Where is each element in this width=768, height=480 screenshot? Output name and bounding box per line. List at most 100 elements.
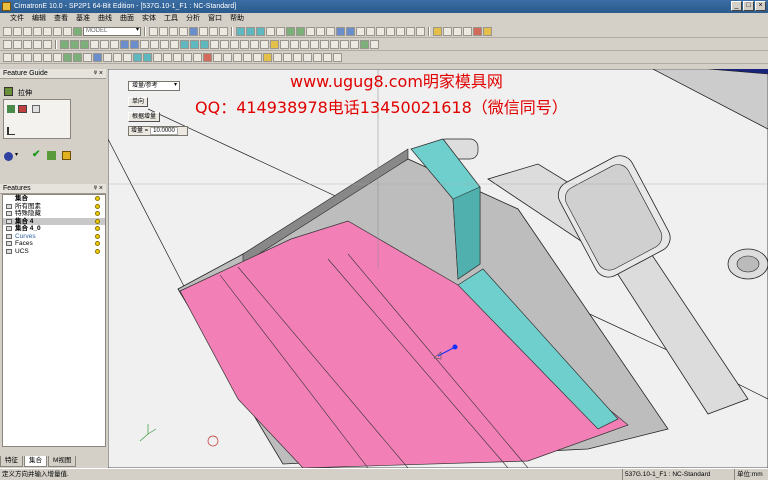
model-combo[interactable]: MODEL bbox=[83, 27, 141, 36]
customize-icon[interactable] bbox=[333, 53, 342, 62]
view-front-icon[interactable] bbox=[199, 27, 208, 36]
mold-icon[interactable] bbox=[113, 53, 122, 62]
tab-mviews[interactable]: M视图 bbox=[48, 456, 77, 467]
info-icon[interactable] bbox=[290, 40, 299, 49]
dimension-icon[interactable] bbox=[13, 53, 22, 62]
offset-curve-icon[interactable] bbox=[70, 40, 79, 49]
visibility-bulb-icon[interactable] bbox=[95, 218, 100, 224]
direction-handle[interactable] bbox=[452, 344, 458, 350]
increment-mode-combo[interactable]: 增量/参考 bbox=[128, 81, 180, 91]
blend-surface-icon[interactable] bbox=[130, 40, 139, 49]
visibility-bulb-icon[interactable] bbox=[95, 203, 100, 209]
constraint-icon[interactable] bbox=[23, 53, 32, 62]
extrude-icon[interactable] bbox=[336, 27, 345, 36]
circle-icon[interactable] bbox=[316, 27, 325, 36]
nc-icon[interactable] bbox=[133, 53, 142, 62]
close-button[interactable]: × bbox=[755, 1, 766, 11]
face-icon[interactable] bbox=[63, 53, 72, 62]
hole-icon[interactable] bbox=[210, 40, 219, 49]
arc-icon[interactable] bbox=[306, 27, 315, 36]
quick-split-icon[interactable] bbox=[203, 53, 212, 62]
layer-manager-icon[interactable] bbox=[483, 27, 492, 36]
menu-analysis[interactable]: 分析 bbox=[182, 13, 204, 25]
select-icon[interactable] bbox=[149, 27, 158, 36]
extend-surface-icon[interactable] bbox=[160, 40, 169, 49]
direction-step-icon[interactable] bbox=[18, 105, 27, 113]
color-icon[interactable] bbox=[473, 27, 482, 36]
visibility-bulb-icon[interactable] bbox=[95, 196, 100, 201]
delete-icon[interactable] bbox=[260, 40, 269, 49]
visibility-bulb-icon[interactable] bbox=[95, 233, 100, 239]
model-canvas[interactable] bbox=[108, 69, 768, 468]
undo-icon[interactable] bbox=[53, 27, 62, 36]
trim-curve-icon[interactable] bbox=[80, 40, 89, 49]
project-curve-icon[interactable] bbox=[90, 40, 99, 49]
save-icon[interactable] bbox=[23, 27, 32, 36]
view-iso-icon[interactable] bbox=[219, 27, 228, 36]
scale-icon[interactable] bbox=[250, 40, 259, 49]
visibility-bulb-icon[interactable] bbox=[95, 248, 100, 254]
maximize-button[interactable]: □ bbox=[743, 1, 754, 11]
redo-icon[interactable] bbox=[63, 27, 72, 36]
explode-icon[interactable] bbox=[173, 53, 182, 62]
mirror-icon[interactable] bbox=[230, 40, 239, 49]
rotate-icon[interactable] bbox=[159, 27, 168, 36]
tree-item-curves[interactable]: Curves bbox=[3, 233, 105, 241]
select-filter-icon[interactable] bbox=[310, 40, 319, 49]
ucs-icon[interactable] bbox=[350, 40, 359, 49]
blank-icon[interactable] bbox=[280, 40, 289, 49]
compare-icon[interactable] bbox=[253, 53, 262, 62]
increment-value[interactable]: 10.0000 bbox=[150, 127, 178, 135]
filter-icon[interactable] bbox=[443, 27, 452, 36]
sketch-icon[interactable] bbox=[3, 53, 12, 62]
print-icon[interactable] bbox=[283, 53, 292, 62]
options-icon[interactable] bbox=[4, 152, 13, 161]
edge-icon[interactable] bbox=[73, 53, 82, 62]
draft-icon[interactable] bbox=[406, 27, 415, 36]
by-increment-button[interactable]: 根据增量 bbox=[128, 112, 161, 122]
increment-field[interactable]: 增量 = 10.0000 bbox=[128, 126, 188, 136]
settings-icon[interactable] bbox=[370, 40, 379, 49]
extend-icon[interactable] bbox=[53, 53, 62, 62]
solid-cylinder-icon[interactable] bbox=[190, 40, 199, 49]
apply-check-icon[interactable]: ✔ bbox=[32, 149, 40, 160]
limit-step-icon[interactable] bbox=[7, 127, 15, 135]
loft-icon[interactable] bbox=[366, 27, 375, 36]
sweep-icon[interactable] bbox=[356, 27, 365, 36]
fit-view-icon[interactable] bbox=[189, 27, 198, 36]
cad-viewport[interactable]: 增量/参考 单向 根据增量 增量 =10.0000 bbox=[108, 69, 768, 468]
grid-icon[interactable] bbox=[463, 27, 472, 36]
menu-surface[interactable]: 曲面 bbox=[116, 13, 138, 25]
interference-icon[interactable] bbox=[183, 53, 192, 62]
copy-icon[interactable] bbox=[33, 27, 42, 36]
section-icon[interactable] bbox=[266, 27, 275, 36]
vertex-icon[interactable] bbox=[83, 53, 92, 62]
electrode-icon[interactable] bbox=[103, 53, 112, 62]
pin-icon[interactable] bbox=[453, 27, 462, 36]
move-icon[interactable] bbox=[240, 40, 249, 49]
pan-icon[interactable] bbox=[169, 27, 178, 36]
menu-datum[interactable]: 基准 bbox=[72, 13, 94, 25]
thickness-icon[interactable] bbox=[243, 53, 252, 62]
menu-file[interactable]: 文件 bbox=[6, 13, 28, 25]
menu-solid[interactable]: 实体 bbox=[138, 13, 160, 25]
analysis-icon[interactable] bbox=[213, 53, 222, 62]
drawing-icon[interactable] bbox=[143, 53, 152, 62]
chamfer-icon[interactable] bbox=[386, 27, 395, 36]
vector-icon[interactable] bbox=[330, 40, 339, 49]
tree-item-set[interactable]: 集合 bbox=[3, 195, 105, 203]
profile-step-icon[interactable] bbox=[7, 105, 15, 113]
show-hide-icon[interactable] bbox=[270, 40, 279, 49]
tree-item-ucs[interactable]: UCS bbox=[3, 248, 105, 256]
zoom-icon[interactable] bbox=[179, 27, 188, 36]
circle-tool-icon[interactable] bbox=[43, 40, 52, 49]
minimize-button[interactable]: _ bbox=[731, 1, 742, 11]
script-icon[interactable] bbox=[323, 53, 332, 62]
fill-surface-icon[interactable] bbox=[170, 40, 179, 49]
tab-features[interactable]: 特征 bbox=[0, 456, 23, 467]
option-step-icon[interactable] bbox=[32, 105, 40, 113]
surface-icon[interactable] bbox=[120, 40, 129, 49]
light-icon[interactable] bbox=[433, 27, 442, 36]
plane-icon[interactable] bbox=[340, 40, 349, 49]
tree-item-all-entities[interactable]: 所有图素 bbox=[3, 203, 105, 211]
